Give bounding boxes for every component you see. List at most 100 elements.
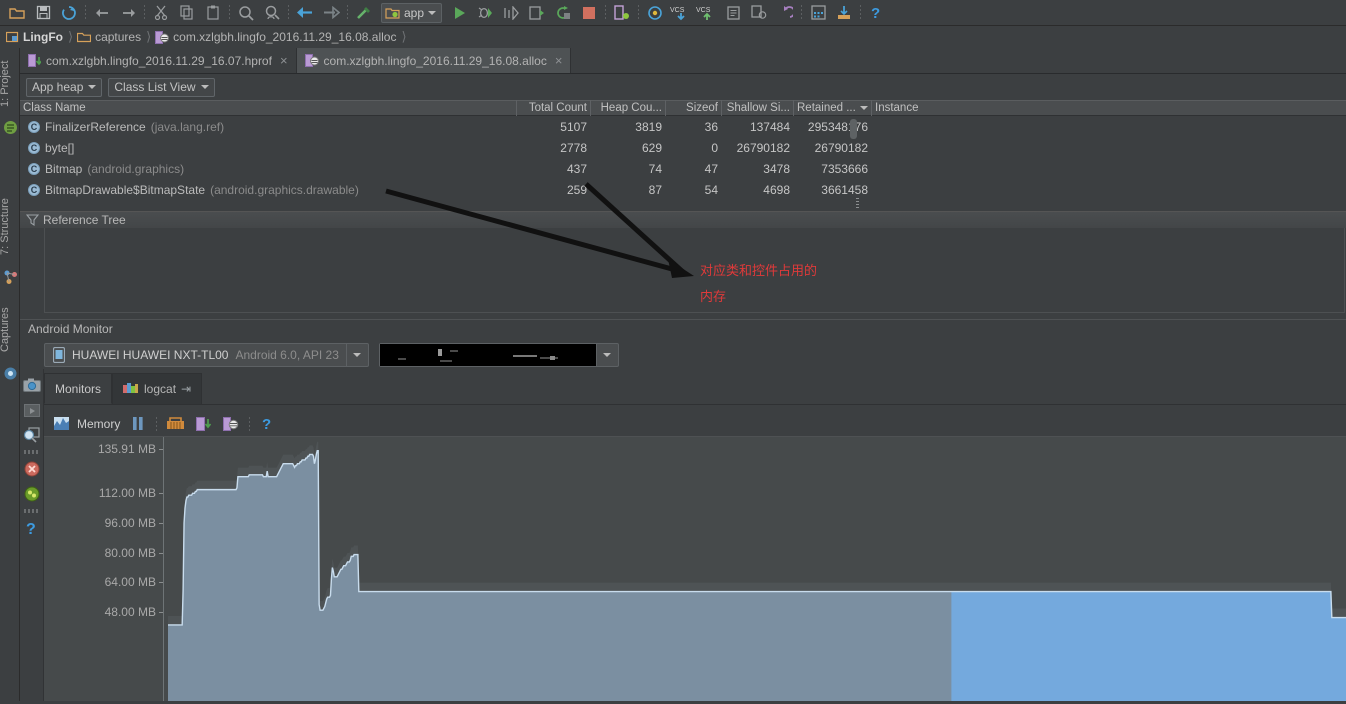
start-allocation-tracking-icon[interactable]	[221, 414, 241, 434]
run-icon[interactable]	[446, 2, 472, 24]
breadcrumb-item-project[interactable]: LingFo	[6, 30, 67, 44]
column-header-heap-count[interactable]: Heap Cou...	[591, 100, 666, 116]
cut-icon[interactable]	[148, 2, 174, 24]
table-row[interactable]: C FinalizerReference (java.lang.ref) 510…	[20, 116, 1346, 137]
sidebar-item-captures[interactable]: Captures	[0, 298, 19, 362]
table-row[interactable]: C byte[] 2778 629 0 26790182 26790182	[20, 137, 1346, 158]
copy-icon[interactable]	[174, 2, 200, 24]
column-header-total-count[interactable]: Total Count	[517, 100, 591, 116]
structure-tool-icon[interactable]	[3, 270, 18, 288]
paste-icon[interactable]	[200, 2, 226, 24]
sidebar-item-structure[interactable]: 7: Structure	[0, 188, 19, 266]
project-structure-icon[interactable]	[831, 2, 857, 24]
debug-icon[interactable]	[472, 2, 498, 24]
class-icon: C	[28, 141, 40, 154]
memory-help-icon[interactable]: ?	[258, 414, 278, 434]
heap-toolbar: App heap Class List View	[20, 74, 1346, 100]
monitor-help-icon[interactable]: ?	[22, 518, 42, 538]
cell-shallow-size: 3478	[763, 161, 790, 176]
toolbar-separator	[801, 4, 803, 21]
pin-icon[interactable]: ⇥	[181, 382, 191, 396]
redo-icon[interactable]	[115, 2, 141, 24]
build-hammer-icon[interactable]	[351, 2, 377, 24]
breadcrumb-item-file[interactable]: com.xzlgbh.lingfo_2016.11.29_16.08.alloc	[155, 30, 400, 44]
project-tool-icon[interactable]	[3, 120, 18, 138]
vcs-history-icon[interactable]	[720, 2, 746, 24]
rerun-icon[interactable]	[550, 2, 576, 24]
avd-manager-icon[interactable]	[609, 2, 635, 24]
dump-java-heap-icon[interactable]	[193, 414, 213, 434]
close-icon[interactable]: ×	[555, 53, 563, 68]
gc-icon[interactable]	[22, 484, 42, 504]
tab-logcat[interactable]: logcat ⇥	[112, 373, 203, 404]
column-header-sizeof[interactable]: Sizeof	[666, 100, 722, 116]
heap-selector-label: App heap	[32, 80, 84, 94]
toolbar-separator	[347, 4, 348, 21]
heap-analysis-panel: App heap Class List View Class Name Tota…	[20, 74, 1346, 211]
memory-chart[interactable]: 135.91 MB 112.00 MB 96.00 MB 80.00 MB 64.00 …	[44, 437, 1346, 701]
attach-debugger-icon[interactable]	[524, 2, 550, 24]
chevron-down-icon[interactable]	[595, 344, 618, 366]
cell-shallow-size: 26790182	[736, 140, 790, 155]
editor-tab-label: com.xzlgbh.lingfo_2016.11.29_16.07.hprof	[46, 53, 272, 68]
terminate-icon[interactable]	[22, 459, 42, 479]
open-folder-icon[interactable]	[4, 2, 30, 24]
sdk-manager-icon[interactable]	[642, 2, 668, 24]
run-configuration-selector[interactable]: app	[381, 2, 443, 23]
chevron-down-icon[interactable]	[345, 344, 368, 366]
editor-tab-hprof[interactable]: com.xzlgbh.lingfo_2016.11.29_16.07.hprof…	[20, 48, 297, 73]
layout-inspector-icon[interactable]	[22, 425, 42, 445]
android-monitor-selectors: HUAWEI HUAWEI NXT-TL00 Android 6.0, API …	[44, 341, 619, 369]
device-selector[interactable]: HUAWEI HUAWEI NXT-TL00 Android 6.0, API …	[44, 343, 369, 367]
save-all-icon[interactable]	[30, 2, 56, 24]
pause-memory-icon[interactable]	[128, 414, 148, 434]
back-icon[interactable]	[292, 2, 318, 24]
column-label: Instance	[875, 102, 919, 114]
process-name-redacted	[379, 344, 596, 366]
reference-tree-body[interactable]	[44, 228, 1345, 313]
screenshot-icon[interactable]	[22, 375, 42, 395]
cell-heap-count: 87	[648, 182, 662, 197]
reference-tree-panel: Reference Tree	[20, 211, 1346, 319]
find-icon[interactable]	[233, 2, 259, 24]
vcs-diff-icon[interactable]	[746, 2, 772, 24]
vcs-update-icon[interactable]: VCS	[668, 2, 694, 24]
vcs-revert-icon[interactable]	[772, 2, 798, 24]
stop-icon[interactable]	[576, 2, 602, 24]
undo-icon[interactable]	[89, 2, 115, 24]
breadcrumb-item-captures[interactable]: captures	[77, 30, 145, 44]
run-coverage-icon[interactable]	[498, 2, 524, 24]
captures-tool-icon[interactable]	[3, 366, 18, 384]
panel-resize-grip[interactable]	[856, 198, 859, 210]
chevron-down-icon[interactable]	[88, 85, 97, 89]
sync-icon[interactable]	[56, 2, 82, 24]
vcs-commit-icon[interactable]: VCS	[694, 2, 720, 24]
column-label: Class Name	[23, 102, 86, 114]
class-view-selector[interactable]: Class List View	[108, 77, 215, 97]
table-vertical-scrollbar[interactable]	[850, 119, 857, 139]
heap-selector[interactable]: App heap	[26, 77, 103, 97]
chevron-down-icon[interactable]	[428, 10, 437, 15]
tab-monitors[interactable]: Monitors	[44, 373, 113, 404]
table-row[interactable]: C BitmapDrawable$BitmapState (android.gr…	[20, 179, 1346, 200]
initiate-gc-icon[interactable]	[165, 414, 185, 434]
column-header-instance[interactable]: Instance	[872, 100, 1346, 116]
memory-icon	[54, 417, 69, 430]
replace-icon[interactable]	[259, 2, 285, 24]
process-selector[interactable]	[378, 343, 619, 367]
table-row[interactable]: C Bitmap (android.graphics) 437 74 47 34…	[20, 158, 1346, 179]
help-icon[interactable]: ?	[864, 2, 890, 24]
forward-icon[interactable]	[318, 2, 344, 24]
memory-chart-plot[interactable]	[168, 437, 1346, 701]
screen-record-icon[interactable]	[22, 400, 42, 420]
column-header-class-name[interactable]: Class Name	[20, 100, 517, 116]
settings-icon[interactable]	[805, 2, 831, 24]
column-header-retained-size[interactable]: Retained ...	[794, 100, 872, 116]
sidebar-item-project[interactable]: 1: Project	[0, 52, 19, 116]
left-tool-window-bar: 1: Project 7: Structure Captures	[0, 48, 20, 701]
editor-tab-alloc[interactable]: com.xzlgbh.lingfo_2016.11.29_16.08.alloc…	[296, 48, 572, 73]
chevron-down-icon[interactable]	[200, 85, 209, 89]
column-header-shallow-size[interactable]: Shallow Si...	[722, 100, 794, 116]
alloc-file-icon	[304, 54, 319, 67]
close-icon[interactable]: ×	[280, 53, 288, 68]
